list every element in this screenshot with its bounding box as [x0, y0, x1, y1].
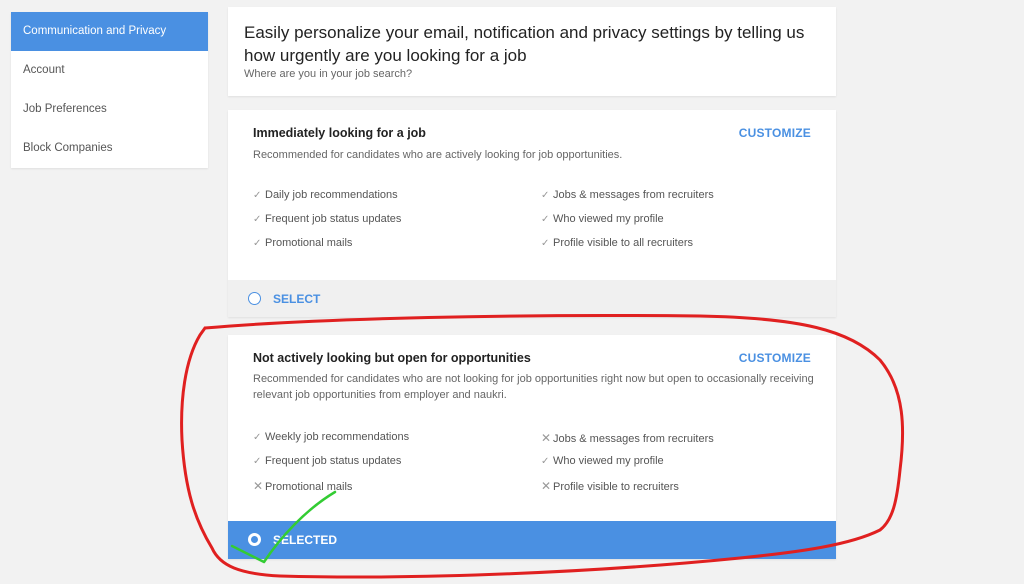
customize-button[interactable]: CUSTOMIZE	[739, 126, 811, 140]
page-subtitle: Where are you in your job search?	[244, 68, 413, 80]
feature-item: ✓ Who viewed my profile	[541, 213, 664, 225]
feature-item: ✓ Profile visible to all recruiters	[541, 237, 693, 249]
feature-item: ✓ Jobs & messages from recruiters	[541, 189, 714, 201]
cross-icon: ✕	[541, 431, 552, 445]
option-card-immediately-looking: Immediately looking for a job CUSTOMIZE …	[228, 110, 836, 317]
cross-icon: ✕	[253, 479, 264, 493]
check-icon: ✓	[253, 456, 262, 467]
selected-option-bar[interactable]: SELECTED	[228, 521, 836, 559]
sidebar-item-job-preferences[interactable]: Job Preferences	[11, 90, 208, 129]
select-label: SELECT	[273, 292, 321, 306]
radio-checked-icon[interactable]	[248, 533, 261, 546]
feature-item: ✓ Weekly job recommendations	[253, 431, 410, 443]
settings-sidebar: Communication and Privacy Account Job Pr…	[11, 12, 208, 168]
feature-item: ✓ Promotional mails	[253, 237, 353, 249]
select-option-button[interactable]: SELECT	[228, 280, 836, 317]
feature-item: ✓ Daily job recommendations	[253, 189, 398, 201]
selected-label: SELECTED	[273, 533, 338, 547]
page-title: Easily personalize your email, notificat…	[244, 23, 805, 65]
option-title: Immediately looking for a job	[253, 126, 426, 140]
check-icon: ✓	[253, 214, 262, 225]
header-card: Easily personalize your email, notificat…	[228, 7, 836, 96]
check-icon: ✓	[541, 456, 550, 467]
option-description: Recommended for candidates who are not l…	[253, 373, 814, 401]
check-icon: ✓	[253, 190, 262, 201]
option-description: Recommended for candidates who are activ…	[253, 149, 623, 161]
feature-item: ✓ Frequent job status updates	[253, 213, 402, 225]
feature-item: ✕ Profile visible to recruiters	[541, 479, 679, 493]
feature-item: ✓ Who viewed my profile	[541, 455, 664, 467]
radio-unchecked-icon[interactable]	[248, 292, 261, 305]
sidebar-item-communication-privacy[interactable]: Communication and Privacy	[11, 12, 208, 51]
feature-item: ✕ Jobs & messages from recruiters	[541, 431, 714, 445]
sidebar-item-account[interactable]: Account	[11, 51, 208, 90]
option-card-open-for-opportunities: Not actively looking but open for opport…	[228, 335, 836, 559]
option-title: Not actively looking but open for opport…	[253, 351, 531, 365]
feature-item: ✕ Promotional mails	[253, 479, 353, 493]
check-icon: ✓	[253, 238, 262, 249]
cross-icon: ✕	[541, 479, 552, 493]
check-icon: ✓	[541, 238, 550, 249]
check-icon: ✓	[541, 214, 550, 225]
check-icon: ✓	[253, 432, 262, 443]
feature-item: ✓ Frequent job status updates	[253, 455, 402, 467]
check-icon: ✓	[541, 190, 550, 201]
customize-button[interactable]: CUSTOMIZE	[739, 351, 811, 365]
sidebar-item-block-companies[interactable]: Block Companies	[11, 129, 208, 168]
